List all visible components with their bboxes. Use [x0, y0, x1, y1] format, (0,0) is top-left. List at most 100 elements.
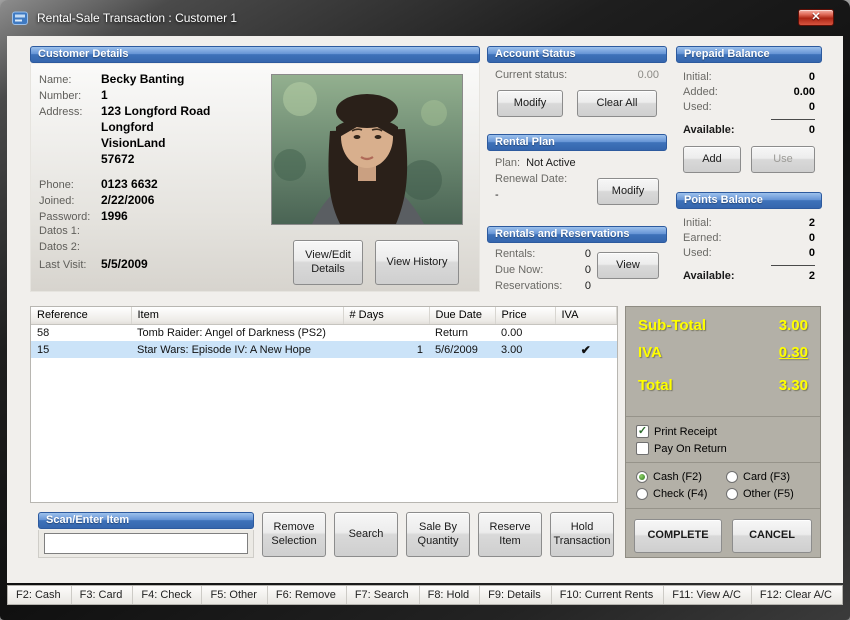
- print-receipt-option[interactable]: ✓ Print Receipt: [636, 423, 810, 440]
- points-sum-line: [771, 265, 815, 266]
- points-balance-panel: Points Balance Initial: 2 Earned: 0 Used…: [676, 192, 822, 290]
- renewal-date-row: Renewal Date:: [495, 173, 567, 185]
- points-earned-label: Earned:: [683, 232, 722, 244]
- cash-option[interactable]: Cash (F2): [636, 469, 726, 485]
- subtotal-label: Sub-Total: [638, 317, 706, 334]
- rentals-view-button[interactable]: View: [597, 252, 659, 279]
- prepaid-used-row: Used: 0: [683, 101, 815, 113]
- card-option[interactable]: Card (F3): [726, 469, 816, 485]
- rental-plan-modify-button[interactable]: Modify: [597, 178, 659, 205]
- points-earned-value: 0: [809, 232, 815, 244]
- reservations-value: 0: [585, 280, 591, 292]
- field-address-zip: 57672: [39, 152, 267, 168]
- sale-by-quantity-button[interactable]: Sale By Quantity: [406, 512, 470, 557]
- hold-transaction-button[interactable]: Hold Transaction: [550, 512, 614, 557]
- prepaid-used-label: Used:: [683, 101, 712, 113]
- pay-on-return-checkbox: [636, 442, 649, 455]
- cell-reference: 15: [31, 341, 131, 358]
- cell-iva: [555, 324, 617, 341]
- prepaid-initial-label: Initial:: [683, 71, 712, 83]
- column-reference[interactable]: Reference: [31, 307, 131, 324]
- account-clear-all-button[interactable]: Clear All: [577, 90, 657, 117]
- renewal-date-value: -: [495, 189, 499, 201]
- statusbar-f6-remove: F6: Remove: [268, 586, 347, 604]
- titlebar[interactable]: Rental-Sale Transaction : Customer 1 ✕: [0, 0, 850, 36]
- points-balance-body: Initial: 2 Earned: 0 Used: 0 Available: …: [676, 210, 822, 290]
- points-balance-header: Points Balance: [676, 192, 822, 209]
- close-button[interactable]: ✕: [798, 9, 834, 26]
- statusbar-f9-details: F9: Details: [480, 586, 552, 604]
- cash-radio: [636, 471, 648, 483]
- rentals-reservations-header: Rentals and Reservations: [487, 226, 667, 243]
- view-history-button[interactable]: View History: [375, 240, 459, 285]
- prepaid-add-button[interactable]: Add: [683, 146, 741, 173]
- statusbar-f11-view-ac: F11: View A/C: [664, 586, 752, 604]
- points-initial-value: 2: [809, 217, 815, 229]
- scan-item-panel: Scan/Enter Item: [38, 512, 254, 558]
- prepaid-use-button[interactable]: Use: [751, 146, 815, 173]
- statusbar-f12-clear-ac: F12: Clear A/C: [752, 586, 842, 604]
- other-label: Other (F5): [743, 488, 794, 500]
- print-receipt-label: Print Receipt: [654, 426, 717, 438]
- items-table: Reference Item # Days Due Date Price IVA…: [30, 306, 618, 503]
- subtotal-value: 3.00: [779, 317, 808, 334]
- rental-plan-header: Rental Plan: [487, 134, 667, 151]
- field-phone-value: 0123 6632: [101, 177, 158, 191]
- prepaid-balance-header: Prepaid Balance: [676, 46, 822, 63]
- cancel-button[interactable]: CANCEL: [732, 519, 812, 553]
- app-icon: [12, 11, 30, 26]
- account-status-body: Current status: 0.00 Modify Clear All: [487, 64, 667, 126]
- field-name-label: Name:: [39, 74, 101, 86]
- field-last-visit: Last Visit:5/5/2009: [39, 257, 267, 273]
- rentals-label: Rentals:: [495, 248, 535, 260]
- customer-details-body: Name:Becky Banting Number:1 Address:123 …: [30, 64, 480, 292]
- field-address-line2: Longford: [39, 120, 267, 136]
- iva-check-icon: ✔: [555, 341, 617, 358]
- column-due-date[interactable]: Due Date: [429, 307, 495, 324]
- account-status-header: Account Status: [487, 46, 667, 63]
- cell-days: 1: [343, 341, 429, 358]
- table-row-selected[interactable]: 15 Star Wars: Episode IV: A New Hope 1 5…: [31, 341, 617, 358]
- points-used-label: Used:: [683, 247, 712, 259]
- account-modify-button[interactable]: Modify: [497, 90, 563, 117]
- column-days[interactable]: # Days: [343, 307, 429, 324]
- totals-panel: Sub-Total 3.00 IVA 0.30 Total 3.30 ✓ Pri…: [625, 306, 821, 558]
- statusbar-f7-search: F7: Search: [347, 586, 420, 604]
- column-item[interactable]: Item: [131, 307, 343, 324]
- pay-on-return-option[interactable]: Pay On Return: [636, 440, 810, 457]
- check-option[interactable]: Check (F4): [636, 486, 726, 502]
- other-option[interactable]: Other (F5): [726, 486, 816, 502]
- confirm-section: COMPLETE CANCEL: [626, 509, 820, 563]
- field-address-line3-value: VisionLand: [101, 136, 165, 150]
- rental-plan-body: Plan:Not Active Renewal Date: - Modify: [487, 152, 667, 222]
- search-button[interactable]: Search: [334, 512, 398, 557]
- payment-method-section: Cash (F2) Card (F3) Check (F4) Other (F5…: [626, 463, 820, 509]
- points-available-value: 2: [809, 270, 815, 282]
- field-address-line2-value: Longford: [101, 120, 154, 134]
- statusbar-f3-card: F3: Card: [72, 586, 134, 604]
- column-price[interactable]: Price: [495, 307, 555, 324]
- field-phone: Phone:0123 6632: [39, 177, 267, 193]
- remove-selection-button[interactable]: Remove Selection: [262, 512, 326, 557]
- view-edit-details-button[interactable]: View/Edit Details: [293, 240, 363, 285]
- reserve-item-button[interactable]: Reserve Item: [478, 512, 542, 557]
- window-title: Rental-Sale Transaction : Customer 1: [37, 11, 237, 25]
- complete-button[interactable]: COMPLETE: [634, 519, 722, 553]
- field-last-visit-label: Last Visit:: [39, 259, 101, 271]
- due-now-value: 0: [585, 264, 591, 276]
- cell-due-date: Return: [429, 324, 495, 341]
- card-label: Card (F3): [743, 471, 790, 483]
- field-number: Number:1: [39, 88, 267, 104]
- table-row[interactable]: 58 Tomb Raider: Angel of Darkness (PS2) …: [31, 324, 617, 341]
- scan-item-input[interactable]: [44, 533, 248, 554]
- total-row: Total 3.30: [626, 377, 820, 394]
- rental-sale-window: Rental-Sale Transaction : Customer 1 ✕ C…: [0, 0, 850, 620]
- points-used-value: 0: [809, 247, 815, 259]
- points-initial-row: Initial: 2: [683, 217, 815, 229]
- field-number-value: 1: [101, 88, 108, 102]
- iva-label: IVA: [638, 344, 662, 361]
- column-iva[interactable]: IVA: [555, 307, 617, 324]
- check-label: Check (F4): [653, 488, 707, 500]
- due-now-label: Due Now:: [495, 264, 543, 276]
- points-initial-label: Initial:: [683, 217, 712, 229]
